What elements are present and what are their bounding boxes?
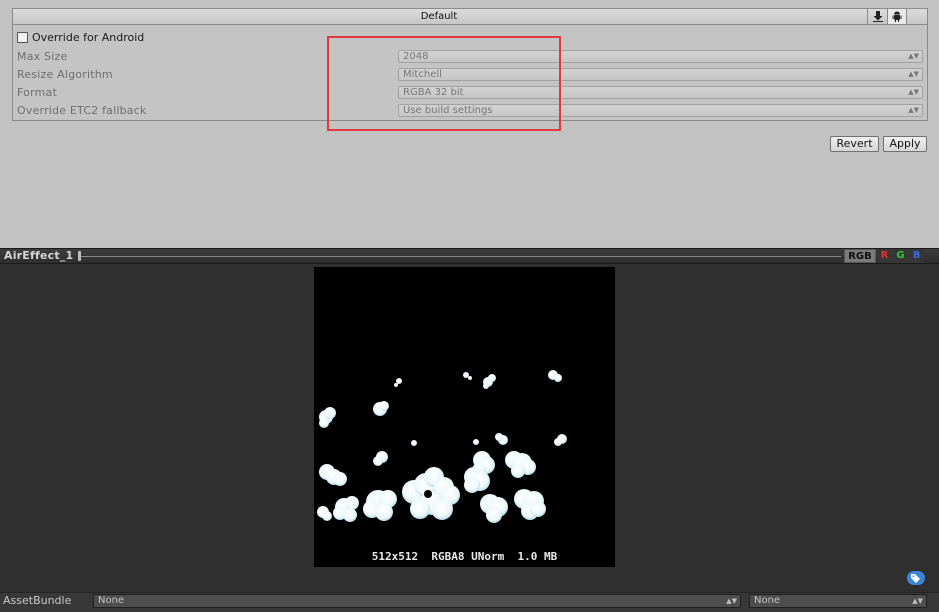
dropdown-arrow-icon: ▲▼ — [908, 52, 919, 60]
channel-rgb-button[interactable]: RGB — [844, 249, 876, 263]
revert-button[interactable]: Revert — [830, 136, 879, 152]
override-android-checkbox[interactable] — [17, 32, 28, 43]
highlight-annotation — [327, 36, 561, 131]
asset-bundle-name-value: None — [98, 595, 125, 606]
tab-default[interactable]: Default — [13, 9, 865, 24]
resize-algorithm-label: Resize Algorithm — [17, 68, 113, 81]
max-size-label: Max Size — [17, 50, 68, 63]
channel-g-button[interactable]: G — [893, 249, 908, 263]
mip-slider-track[interactable] — [80, 256, 841, 257]
android-icon[interactable] — [887, 9, 907, 24]
asset-bundle-variant-value: None — [754, 595, 781, 606]
asset-bundle-name-dropdown[interactable]: None ▲▼ — [93, 594, 741, 608]
dropdown-arrow-icon: ▲▼ — [908, 70, 919, 78]
asset-bundle-label: AssetBundle — [3, 594, 72, 607]
mip-slider-thumb[interactable] — [78, 251, 81, 261]
texture-preview — [314, 267, 615, 567]
dropdown-arrow-icon: ▲▼ — [912, 597, 923, 605]
dropdown-arrow-icon: ▲▼ — [908, 106, 919, 114]
dropdown-arrow-icon: ▲▼ — [726, 597, 737, 605]
preview-title: AirEffect_1 — [4, 249, 74, 262]
channel-r-button[interactable]: R — [877, 249, 892, 263]
etc2-fallback-label: Override ETC2 fallback — [17, 104, 147, 117]
dropdown-arrow-icon: ▲▼ — [908, 88, 919, 96]
texture-info-label: 512x512 RGBA8 UNorm 1.0 MB — [371, 550, 558, 563]
preview-header: AirEffect_1 RGB R G B — [0, 248, 939, 264]
format-label: Format — [17, 86, 57, 99]
platform-tab-bar: Default — [12, 8, 928, 25]
asset-bundle-variant-dropdown[interactable]: None ▲▼ — [749, 594, 927, 608]
channel-b-button[interactable]: B — [909, 249, 924, 263]
override-android-label: Override for Android — [32, 31, 145, 44]
smoke-puffs-image — [317, 370, 567, 523]
asset-label-tag-icon[interactable] — [907, 571, 925, 585]
apply-button[interactable]: Apply — [883, 136, 927, 152]
download-icon[interactable] — [867, 9, 887, 24]
